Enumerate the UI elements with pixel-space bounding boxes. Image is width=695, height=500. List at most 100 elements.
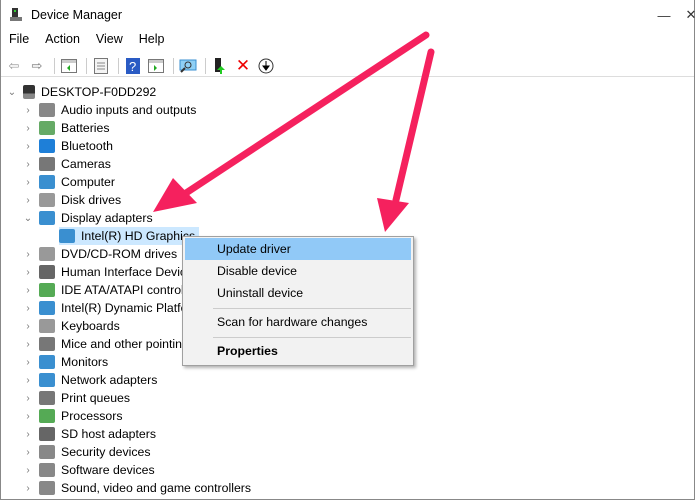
chevron-right-icon[interactable]: › xyxy=(23,249,33,260)
tree-item-selected[interactable]: Intel(R) HD Graphics xyxy=(59,227,200,245)
chevron-right-icon[interactable]: › xyxy=(23,375,33,386)
computer-icon xyxy=(39,175,55,189)
menu-action[interactable]: Action xyxy=(37,32,88,50)
dvd-icon xyxy=(39,247,55,261)
chevron-right-icon[interactable]: › xyxy=(23,159,33,170)
chevron-right-icon[interactable]: › xyxy=(23,195,33,206)
tree-item-label: SD host adapters xyxy=(61,427,157,441)
disk-icon xyxy=(39,193,55,207)
chevron-right-icon[interactable]: › xyxy=(23,447,33,458)
disable-icon[interactable] xyxy=(256,57,276,75)
tree-root[interactable]: ⌄ DESKTOP-F0DD292 xyxy=(7,83,156,101)
window-title: Device Manager xyxy=(31,8,123,22)
tree-item-label: Display adapters xyxy=(61,211,153,225)
monitor-icon xyxy=(39,355,55,369)
tree-item-label: Keyboards xyxy=(61,319,120,333)
chevron-right-icon[interactable]: › xyxy=(23,339,33,350)
chevron-right-icon[interactable]: › xyxy=(23,303,33,314)
tree-item[interactable]: › Disk drives xyxy=(23,191,121,209)
tree-item[interactable]: › Processors xyxy=(23,407,123,425)
speaker-icon xyxy=(39,103,55,117)
menu-separator xyxy=(213,308,411,309)
tree-item-label: Batteries xyxy=(61,121,110,135)
tree-item-label: Computer xyxy=(61,175,115,189)
tree-item[interactable]: › Computer xyxy=(23,173,115,191)
menu-view[interactable]: View xyxy=(88,32,131,50)
tree-item[interactable]: › Audio inputs and outputs xyxy=(23,101,196,119)
tree-item[interactable]: › Sound, video and game controllers xyxy=(23,479,251,497)
tree-item[interactable]: › Human Interface Devic xyxy=(23,263,186,281)
chevron-right-icon[interactable]: › xyxy=(23,285,33,296)
tree-item[interactable]: › Network adapters xyxy=(23,371,157,389)
uninstall-icon[interactable]: ✕ xyxy=(233,56,253,75)
security-icon xyxy=(39,445,55,459)
console-tree-icon[interactable] xyxy=(59,57,79,75)
sd-icon xyxy=(39,427,55,441)
run-icon[interactable] xyxy=(146,57,166,75)
tree-item-label: Network adapters xyxy=(61,373,158,387)
device-manager-window: Device Manager — ✕ File Action View Help… xyxy=(0,0,695,500)
scan-hardware-icon[interactable] xyxy=(178,57,198,75)
menu-separator xyxy=(213,337,411,338)
menu-uninstall-device[interactable]: Uninstall device xyxy=(185,282,411,304)
back-icon[interactable]: ⇦ xyxy=(4,57,24,75)
chevron-right-icon[interactable]: › xyxy=(23,429,33,440)
tree-item[interactable]: › Keyboards xyxy=(23,317,120,335)
chevron-down-icon[interactable]: ⌄ xyxy=(23,213,33,224)
tree-item-label: Security devices xyxy=(61,445,151,459)
bluetooth-icon xyxy=(39,139,55,153)
camera-icon xyxy=(39,157,55,171)
tree-item[interactable]: › Monitors xyxy=(23,353,108,371)
software-icon xyxy=(39,463,55,477)
tree-item-label: Cameras xyxy=(61,157,111,171)
update-driver-icon[interactable] xyxy=(210,57,230,75)
help-icon[interactable]: ? xyxy=(123,57,143,75)
tree-item-label: Bluetooth xyxy=(61,139,113,153)
chevron-right-icon[interactable]: › xyxy=(23,105,33,116)
chevron-right-icon[interactable]: › xyxy=(23,357,33,368)
tree-item-label: Print queues xyxy=(61,391,131,405)
close-button[interactable]: ✕ xyxy=(668,0,695,30)
tree-item[interactable]: ⌄ Display adapters xyxy=(23,209,153,227)
toolbar-separator xyxy=(86,57,87,74)
menu-properties[interactable]: Properties xyxy=(185,340,411,362)
chevron-right-icon[interactable]: › xyxy=(23,123,33,134)
tree-item-label: Monitors xyxy=(61,355,109,369)
tree-item[interactable]: › Security devices xyxy=(23,443,151,461)
tree-item-label: IDE ATA/ATAPI control xyxy=(61,283,184,297)
toolbar-separator xyxy=(54,57,55,74)
chevron-right-icon[interactable]: › xyxy=(23,411,33,422)
chevron-right-icon[interactable]: › xyxy=(23,393,33,404)
menu-disable-device[interactable]: Disable device xyxy=(185,260,411,282)
toolbar-separator xyxy=(173,57,174,74)
hid-icon xyxy=(39,265,55,279)
chevron-right-icon[interactable]: › xyxy=(23,177,33,188)
tree-item[interactable]: › DVD/CD-ROM drives xyxy=(23,245,177,263)
menu-scan-hardware[interactable]: Scan for hardware changes xyxy=(185,311,411,333)
properties-icon[interactable] xyxy=(91,57,111,75)
menu-help[interactable]: Help xyxy=(131,32,173,50)
tree-item[interactable]: › SD host adapters xyxy=(23,425,156,443)
chevron-right-icon[interactable]: › xyxy=(23,267,33,278)
menu-file[interactable]: File xyxy=(1,32,37,50)
tree-item[interactable]: › Software devices xyxy=(23,461,155,479)
chevron-right-icon[interactable]: › xyxy=(23,141,33,152)
tree-item[interactable]: › Intel(R) Dynamic Platfo xyxy=(23,299,187,317)
device-manager-icon xyxy=(9,8,23,22)
menu-update-driver[interactable]: Update driver xyxy=(185,238,411,260)
chevron-down-icon[interactable]: ⌄ xyxy=(7,87,17,98)
tree-item[interactable]: › Mice and other pointin xyxy=(23,335,182,353)
forward-icon[interactable]: ⇨ xyxy=(27,57,47,75)
chevron-right-icon[interactable]: › xyxy=(23,321,33,332)
chevron-right-icon[interactable]: › xyxy=(23,483,33,494)
tree-item[interactable]: › Print queues xyxy=(23,389,130,407)
ide-icon xyxy=(39,283,55,297)
display-adapter-icon xyxy=(59,229,75,243)
tree-item[interactable]: › Bluetooth xyxy=(23,137,113,155)
chevron-right-icon[interactable]: › xyxy=(23,465,33,476)
tree-item[interactable]: › Cameras xyxy=(23,155,111,173)
network-icon xyxy=(39,373,55,387)
platform-icon xyxy=(39,301,55,315)
tree-item[interactable]: › Batteries xyxy=(23,119,110,137)
tree-item[interactable]: › IDE ATA/ATAPI control xyxy=(23,281,184,299)
